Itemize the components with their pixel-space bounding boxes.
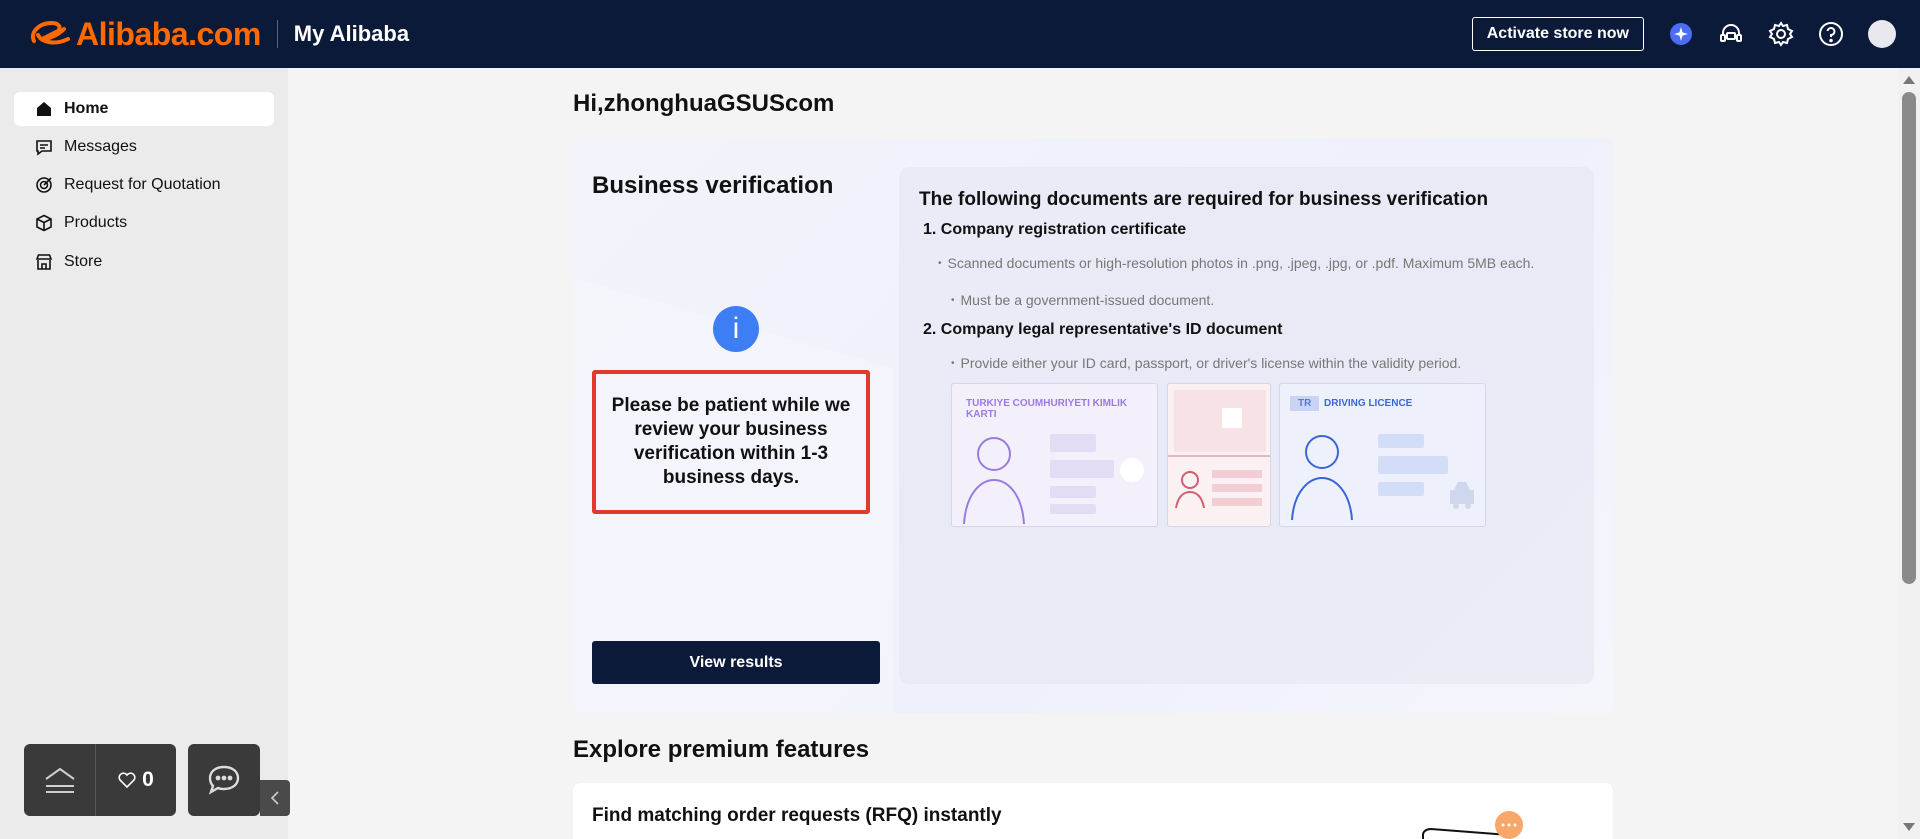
messages-icon bbox=[34, 137, 54, 157]
scroll-down-arrow-icon[interactable] bbox=[1903, 823, 1915, 831]
id-card-silhouette-icon bbox=[963, 434, 1144, 524]
page-scrollbar[interactable] bbox=[1898, 68, 1920, 839]
documents-title: The following documents are required for… bbox=[919, 189, 1489, 210]
box-icon bbox=[34, 213, 54, 233]
licence-label: DRIVING LICENCE bbox=[1324, 398, 1413, 409]
settings-gear-icon[interactable] bbox=[1768, 21, 1794, 47]
document-2-bullet: • Provide either your ID card, passport, … bbox=[951, 355, 1462, 371]
home-icon bbox=[34, 99, 54, 119]
alibaba-logo[interactable]: Alibaba.com bbox=[28, 16, 261, 53]
passport-example-image bbox=[1167, 383, 1271, 527]
sidebar-item-products[interactable]: Products bbox=[14, 206, 274, 240]
sidebar: Home Messages Request for Quotation Prod… bbox=[0, 68, 288, 839]
activate-store-button[interactable]: Activate store now bbox=[1471, 17, 1644, 51]
id-card-label: TURKIYE COUMHURIYETI KIMLIK KARTI bbox=[966, 398, 1128, 420]
support-headset-icon[interactable] bbox=[1718, 21, 1744, 47]
logo-text: Alibaba.com bbox=[76, 15, 261, 52]
floating-toolbar: 0 bbox=[24, 744, 176, 816]
sidebar-item-rfq[interactable]: Request for Quotation bbox=[14, 168, 274, 202]
document-2-heading: 2. Company legal representative's ID doc… bbox=[923, 321, 1283, 338]
document-1-bullet-text: Scanned documents or high-resolution pho… bbox=[947, 255, 1535, 271]
rfq-target-icon bbox=[34, 175, 54, 195]
greeting-heading: Hi,zhonghuaGSUScom bbox=[573, 90, 835, 117]
licence-country-code: TR bbox=[1290, 396, 1320, 411]
chat-bubble-icon bbox=[208, 765, 240, 795]
scroll-up-arrow-icon[interactable] bbox=[1903, 76, 1915, 84]
verification-title: Business verification bbox=[592, 172, 834, 199]
favorites-count: 0 bbox=[142, 768, 154, 791]
help-question-icon[interactable] bbox=[1818, 21, 1844, 47]
sidebar-item-label: Request for Quotation bbox=[64, 176, 221, 193]
sidebar-item-label: Products bbox=[64, 214, 128, 231]
store-icon bbox=[34, 252, 54, 272]
review-status-message: Please be patient while we review your b… bbox=[592, 370, 870, 514]
document-2-bullet-text: Provide either your ID card, passport, o… bbox=[960, 355, 1462, 371]
rfq-feature-card[interactable]: Find matching order requests (RFQ) insta… bbox=[573, 783, 1613, 839]
document-1-bullet: • Scanned documents or high-resolution ph… bbox=[938, 255, 1535, 271]
view-results-button[interactable]: View results bbox=[592, 641, 880, 684]
scroll-top-icon bbox=[44, 767, 75, 793]
collapse-widgets-button[interactable] bbox=[260, 780, 290, 816]
licence-silhouette-icon bbox=[1291, 434, 1474, 521]
document-1-heading: 1. Company registration certificate bbox=[923, 221, 1187, 238]
rfq-feature-title: Find matching order requests (RFQ) insta… bbox=[592, 805, 1002, 826]
sidebar-item-label: Home bbox=[64, 100, 109, 117]
premium-features-heading: Explore premium features bbox=[573, 736, 870, 763]
header-actions: Activate store now bbox=[1471, 0, 1920, 68]
sidebar-item-store[interactable]: Store bbox=[14, 245, 274, 279]
document-1-bullet: • Must be a government-issued document. bbox=[951, 292, 1215, 308]
scroll-top-button[interactable] bbox=[24, 744, 96, 816]
info-icon: i bbox=[713, 306, 759, 352]
rfq-illustration-icon bbox=[1422, 811, 1523, 839]
id-card-example-image: TURKIYE COUMHURIYETI KIMLIK KARTI bbox=[951, 383, 1158, 527]
sidebar-item-label: Messages bbox=[64, 138, 137, 155]
chat-widget-button[interactable] bbox=[188, 744, 260, 816]
required-documents-panel: The following documents are required for… bbox=[899, 167, 1594, 684]
review-status-text: Please be patient while we review your b… bbox=[611, 395, 851, 488]
header-divider bbox=[276, 20, 278, 48]
document-1-bullet-text: Must be a government-issued document. bbox=[960, 292, 1215, 308]
page-section-title[interactable]: My Alibaba bbox=[294, 21, 409, 47]
sidebar-item-home[interactable]: Home bbox=[14, 92, 274, 126]
sidebar-item-messages[interactable]: Messages bbox=[14, 130, 274, 164]
passport-illustration-icon bbox=[1168, 390, 1270, 509]
avatar[interactable] bbox=[1868, 20, 1896, 48]
heart-icon bbox=[118, 772, 136, 788]
business-verification-card: Business verification i Please be patien… bbox=[573, 138, 1613, 713]
sidebar-item-label: Store bbox=[64, 253, 103, 270]
scrollbar-thumb[interactable] bbox=[1902, 92, 1916, 584]
top-navigation-bar: Alibaba.com My Alibaba Activate store no… bbox=[0, 0, 1920, 68]
chevron-left-icon bbox=[270, 791, 279, 805]
ai-assistant-icon[interactable] bbox=[1668, 21, 1694, 47]
driving-licence-example-image: TR DRIVING LICENCE bbox=[1279, 383, 1486, 527]
alibaba-logo-mark-icon bbox=[31, 20, 70, 45]
favorites-button[interactable]: 0 bbox=[96, 744, 176, 816]
